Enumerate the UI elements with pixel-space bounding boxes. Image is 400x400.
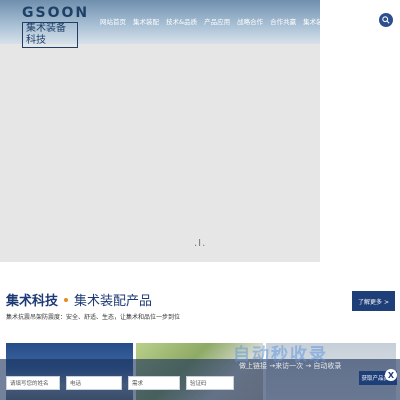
learn-more-button[interactable]: 了解更多 >: [352, 291, 395, 311]
need-input[interactable]: 需求: [128, 376, 180, 390]
nav-item-home[interactable]: 网站首页: [100, 16, 126, 26]
phone-input[interactable]: 电话: [66, 376, 122, 390]
products-heading: 集术科技 集术装配产品: [6, 290, 152, 309]
code-input[interactable]: 验证码: [186, 376, 234, 390]
nav-item-assembly[interactable]: 集术装配: [133, 16, 159, 26]
search-button[interactable]: [379, 13, 393, 27]
section-description: 集术抗震吊架防震度：安全、舒适、生态，让集术和品位一步到位: [6, 314, 181, 321]
watermark-subtitle: 做上链接 →来访一次 → 自动收录: [239, 362, 342, 370]
nav-item-win-win[interactable]: 合作共赢: [270, 16, 296, 26]
slide-indicator[interactable]: .I.: [194, 238, 206, 249]
nav-item-culture[interactable]: 集术文化: [336, 16, 362, 26]
nav-item-partnership[interactable]: 战略合作: [237, 16, 263, 26]
brand-name: 集术科技: [6, 294, 59, 309]
section-title: 集术装配产品: [74, 294, 153, 309]
nav-item-assembly-2[interactable]: 集术装配: [303, 16, 329, 26]
separator-dot: [64, 297, 69, 302]
nav-item-applications[interactable]: 产品应用: [204, 16, 230, 26]
logo-wordmark: GSOON: [22, 5, 90, 21]
close-form-button[interactable]: X: [385, 369, 397, 381]
name-input[interactable]: 请填写您的姓名: [6, 376, 60, 390]
search-icon: [382, 16, 390, 24]
nav-item-tech-quality[interactable]: 技术&品质: [166, 16, 197, 26]
logo-subtitle: 集术装备科技: [22, 22, 78, 48]
company-logo[interactable]: GSOON 集术装备科技: [22, 5, 90, 48]
main-nav: 网站首页 集术装配 技术&品质 产品应用 战略合作 合作共赢 集术装配 集术文化…: [100, 16, 382, 26]
